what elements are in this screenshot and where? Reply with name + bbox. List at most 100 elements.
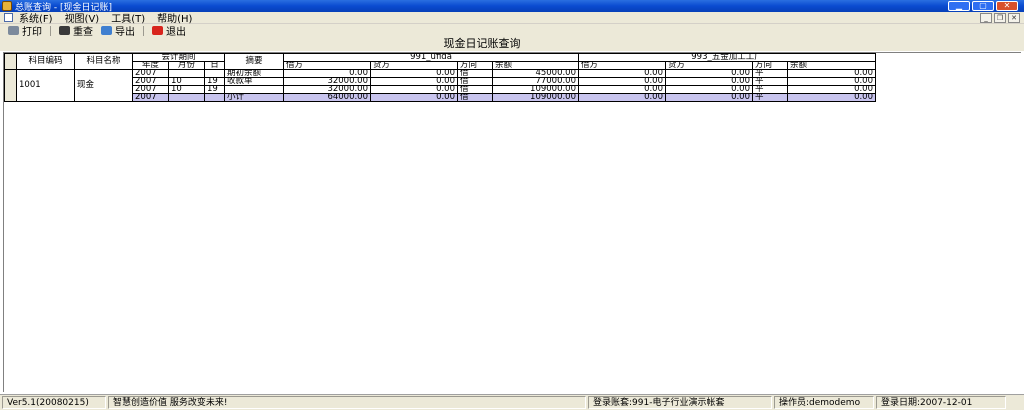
cell-a-direction: 借 xyxy=(457,93,493,102)
status-login-account: 登录账套:991-电子行业演示帐套 xyxy=(588,396,772,409)
cell-month: 10 xyxy=(168,77,205,86)
ledger-grid[interactable]: 科目编码 科目名称 会计期间 摘要 991_ufida 993_五金加工工厂 年… xyxy=(3,52,1021,392)
cell-b-debit: 0.00 xyxy=(578,77,666,86)
cell-summary: 收款单 xyxy=(224,77,284,86)
table-row[interactable]: 2007 10 19 收款单 32000.00 0.00 借 77000.00 … xyxy=(5,77,876,86)
col-subject-code: 科目编码 xyxy=(16,53,75,70)
ledger-table: 科目编码 科目名称 会计期间 摘要 991_ufida 993_五金加工工厂 年… xyxy=(4,53,876,102)
cell-a-balance: 109000.00 xyxy=(492,93,579,102)
cell-b-debit: 0.00 xyxy=(578,93,666,102)
toolbar-separator xyxy=(50,25,51,36)
cell-a-balance: 109000.00 xyxy=(492,85,579,94)
cell-subject-name: 现金 xyxy=(74,69,133,102)
cell-a-credit: 0.00 xyxy=(370,69,458,78)
cell-month: 10 xyxy=(168,85,205,94)
cell-b-balance: 0.00 xyxy=(787,93,876,102)
cell-a-direction: 借 xyxy=(457,85,493,94)
exit-icon xyxy=(152,26,163,35)
print-label: 打印 xyxy=(22,27,42,38)
cell-b-debit: 0.00 xyxy=(578,69,666,78)
status-operator: 操作员:demodemo xyxy=(774,396,874,409)
cell-a-direction: 借 xyxy=(457,69,493,78)
cell-day xyxy=(204,93,225,102)
cell-b-balance: 0.00 xyxy=(787,85,876,94)
cell-a-credit: 0.00 xyxy=(370,93,458,102)
col-summary: 摘要 xyxy=(224,53,284,70)
col-b-direction: 方向 xyxy=(752,61,788,70)
col-a-balance: 余额 xyxy=(492,61,579,70)
cell-day xyxy=(204,69,225,78)
col-subject-name: 科目名称 xyxy=(74,53,133,70)
col-year: 年度 xyxy=(132,61,169,70)
status-version: Ver5.1(20080215) xyxy=(2,396,106,409)
cell-a-credit: 0.00 xyxy=(370,85,458,94)
cell-year: 2007 xyxy=(132,69,169,78)
requery-label: 重查 xyxy=(73,27,93,38)
report-title: 现金日记账查询 xyxy=(0,37,1024,51)
toolbar-separator xyxy=(143,25,144,36)
cell-day: 19 xyxy=(204,77,225,86)
col-a-debit: 借方 xyxy=(283,61,371,70)
col-b-balance: 余额 xyxy=(787,61,876,70)
table-row[interactable]: 2007 10 19 32000.00 0.00 借 109000.00 0.0… xyxy=(5,85,876,94)
cell-day: 19 xyxy=(204,85,225,94)
export-label: 导出 xyxy=(115,27,135,38)
cell-a-credit: 0.00 xyxy=(370,77,458,86)
window-controls: ▁ ▢ ✕ xyxy=(948,1,1018,11)
col-month: 月份 xyxy=(168,61,205,70)
cell-a-debit: 0.00 xyxy=(283,69,371,78)
cell-b-credit: 0.00 xyxy=(665,77,753,86)
row-header-corner xyxy=(4,53,17,70)
col-account-a: 991_ufida xyxy=(283,53,579,62)
cell-month xyxy=(168,93,205,102)
printer-icon xyxy=(8,26,19,35)
mdi-restore-icon[interactable]: ❐ xyxy=(994,13,1006,23)
cell-summary: 小计 xyxy=(224,93,284,102)
mdi-close-icon[interactable]: ✕ xyxy=(1008,13,1020,23)
cell-b-balance: 0.00 xyxy=(787,69,876,78)
cell-a-balance: 77000.00 xyxy=(492,77,579,86)
cell-a-debit: 32000.00 xyxy=(283,85,371,94)
cell-subject-code: 1001 xyxy=(16,69,75,102)
mdi-minimize-icon[interactable]: _ xyxy=(980,13,992,23)
export-button[interactable]: 导出 xyxy=(101,23,135,38)
maximize-icon[interactable]: ▢ xyxy=(972,1,994,11)
cell-year: 2007 xyxy=(132,93,169,102)
document-icon[interactable] xyxy=(4,13,13,22)
subtotal-row[interactable]: 2007 小计 64000.00 0.00 借 109000.00 0.00 0… xyxy=(5,93,876,102)
col-b-debit: 借方 xyxy=(578,61,666,70)
cell-a-direction: 借 xyxy=(457,77,493,86)
title-bar: 总账查询 - [现金日记账] ▁ ▢ ✕ xyxy=(0,0,1024,13)
cell-b-debit: 0.00 xyxy=(578,85,666,94)
binoculars-icon xyxy=(59,26,70,35)
col-a-direction: 方向 xyxy=(457,61,493,70)
requery-button[interactable]: 重查 xyxy=(59,23,93,38)
col-day: 日 xyxy=(204,61,225,70)
row-header-cell[interactable] xyxy=(4,69,17,102)
col-b-credit: 贷方 xyxy=(665,61,753,70)
minimize-icon[interactable]: ▁ xyxy=(948,1,970,11)
print-button[interactable]: 打印 xyxy=(8,23,42,38)
col-period: 会计期间 xyxy=(132,53,225,62)
status-login-date: 登录日期:2007-12-01 xyxy=(876,396,1006,409)
close-icon[interactable]: ✕ xyxy=(996,1,1018,11)
cell-a-debit: 64000.00 xyxy=(283,93,371,102)
cell-b-direction: 平 xyxy=(752,93,788,102)
app-icon xyxy=(2,1,12,11)
exit-button[interactable]: 退出 xyxy=(152,23,186,38)
col-account-b: 993_五金加工工厂 xyxy=(578,53,876,62)
cell-b-credit: 0.00 xyxy=(665,69,753,78)
cell-a-debit: 32000.00 xyxy=(283,77,371,86)
toolbar: 打印 重查 导出 退出 xyxy=(0,23,1024,38)
export-icon xyxy=(101,26,112,35)
mdi-controls: _ ❐ ✕ xyxy=(980,13,1020,23)
cell-b-balance: 0.00 xyxy=(787,77,876,86)
cell-summary xyxy=(224,85,284,94)
table-row[interactable]: 1001 现金 2007 期初余额 0.00 0.00 借 45000.00 0… xyxy=(4,69,876,102)
cell-year: 2007 xyxy=(132,85,169,94)
cell-summary: 期初余额 xyxy=(224,69,284,78)
header-row-1: 科目编码 科目名称 会计期间 摘要 991_ufida 993_五金加工工厂 xyxy=(4,53,876,70)
cell-b-credit: 0.00 xyxy=(665,85,753,94)
status-bar: Ver5.1(20080215) 智慧创造价值 服务改变未来! 登录账套:991… xyxy=(0,394,1024,410)
exit-label: 退出 xyxy=(166,27,186,38)
